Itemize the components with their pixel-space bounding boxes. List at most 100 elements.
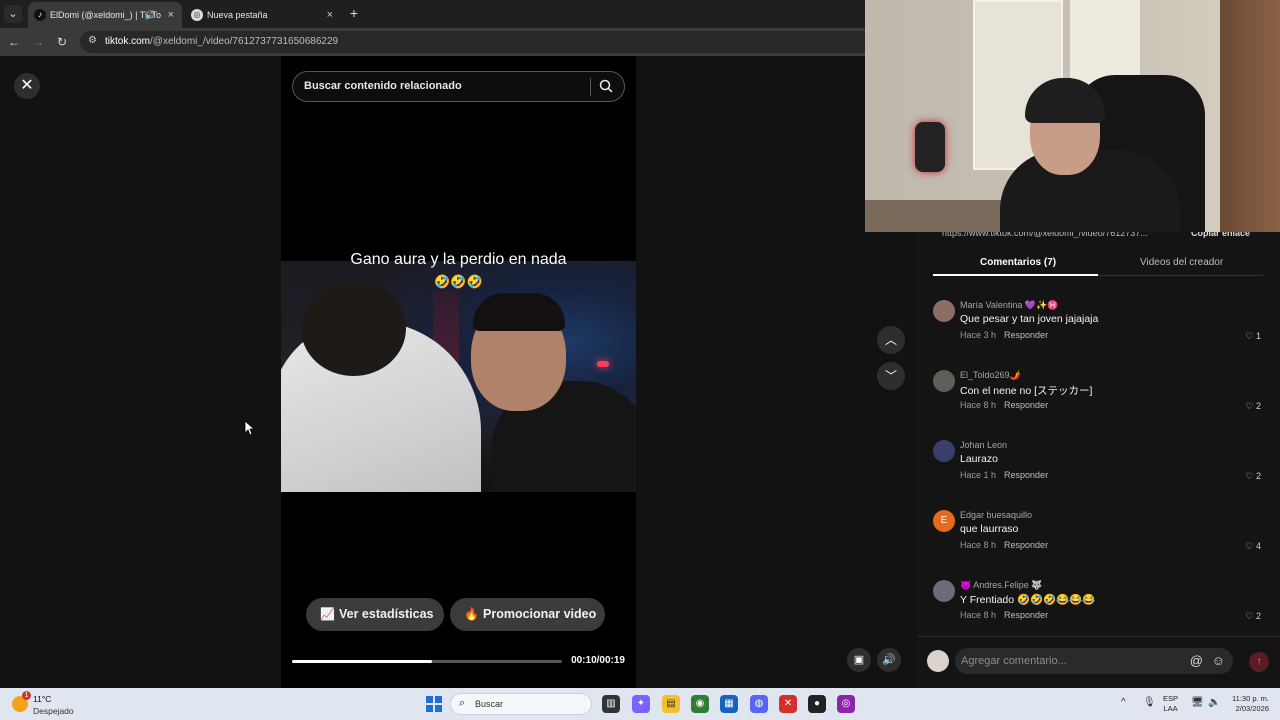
comment-text: Laurazo [960, 453, 998, 465]
url-omnibox[interactable]: ⚙ tiktok.com/@xeldomi_/video/76127377316… [80, 31, 865, 53]
commenter-avatar[interactable] [933, 440, 955, 462]
comment-like-button[interactable]: ♡ 1 [1245, 331, 1261, 342]
related-search-input[interactable]: Buscar contenido relacionado [292, 71, 625, 102]
commenter-name[interactable]: Edgar buesaquillo [960, 510, 1032, 520]
comment-meta: Hace 3 h Responder [960, 330, 1048, 340]
site-info-icon[interactable]: ⚙ [88, 35, 97, 46]
forward-arrow-icon[interactable]: → [30, 34, 46, 50]
task-view-icon[interactable]: ▥ [602, 695, 620, 713]
comment-meta: Hace 8 h Responder [960, 610, 1048, 620]
comment-like-button[interactable]: ♡ 2 [1245, 401, 1261, 412]
chevron-up-icon: ︿ [884, 333, 897, 347]
commenter-name[interactable]: 👿 Andres.Felipe 🐺 [960, 580, 1042, 591]
reply-button[interactable]: Responder [1004, 610, 1048, 620]
tab-creator-videos[interactable]: Videos del creador [1140, 257, 1223, 268]
weather-condition: Despejado [33, 706, 74, 716]
previous-video-button[interactable]: ︿ [877, 326, 905, 354]
comment-like-button[interactable]: ♡ 4 [1245, 541, 1261, 552]
volume-icon[interactable]: 🔈 [1208, 697, 1220, 708]
person-hair [473, 293, 565, 331]
commenter-avatar[interactable] [933, 300, 955, 322]
close-video-button[interactable]: ✕ [14, 73, 40, 99]
reply-button[interactable]: Responder [1004, 540, 1048, 550]
emoji-icon[interactable]: ☺ [1212, 653, 1225, 668]
tab-close-icon[interactable]: × [327, 2, 333, 28]
comment-time: Hace 8 h [960, 540, 997, 550]
search-placeholder: Buscar contenido relacionado [304, 80, 462, 92]
weather-widget[interactable]: 1 11°C Despejado [12, 691, 82, 717]
active-tab-indicator [933, 274, 1098, 276]
cam-microphone [915, 122, 945, 172]
chrome-icon[interactable]: ◉ [691, 695, 709, 713]
file-explorer-icon[interactable]: ▤ [662, 695, 680, 713]
comment-like-button[interactable]: ♡ 2 [1245, 611, 1261, 622]
reply-button[interactable]: Responder [1004, 470, 1048, 480]
send-comment-button[interactable]: ↑ [1249, 652, 1269, 672]
commenter-avatar[interactable]: E [933, 510, 955, 532]
commenter-name[interactable]: María Valentina 💜✨♓ [960, 300, 1059, 311]
taskbar-search[interactable]: ⌕ Buscar [450, 693, 592, 715]
cam-desk [865, 200, 1015, 232]
clock-date: 2/03/2026 [1235, 704, 1269, 713]
back-arrow-icon[interactable]: ← [6, 34, 22, 50]
club-light [597, 361, 609, 367]
steam-icon[interactable]: ● [808, 695, 826, 713]
comment-text: Y Frentiado 🤣🤣🤣😂😂😂 [960, 594, 1096, 606]
like-count: 4 [1255, 541, 1261, 551]
comment-time: Hace 1 h [960, 470, 997, 480]
language-indicator[interactable]: ESP LAA [1163, 694, 1178, 714]
tab-tiktok[interactable]: ♪ ElDomi (@xeldomi_) | TikTo 🔊 × [28, 2, 182, 28]
x-app-icon[interactable]: ✕ [779, 695, 797, 713]
video-time: 00:10/00:19 [571, 655, 625, 666]
tab-close-icon[interactable]: × [168, 2, 174, 28]
view-stats-label: Ver estadísticas [339, 607, 434, 621]
volume-icon: 🔊 [882, 654, 896, 666]
tab-search-menu-button[interactable]: ⌄ [4, 5, 22, 23]
windows-taskbar: 1 11°C Despejado ⌕ Buscar ▥ ✦ ▤ ◉ ▦ ◍ ✕ … [0, 688, 1280, 720]
like-count: 2 [1255, 611, 1261, 621]
at-icon[interactable]: @ [1190, 653, 1203, 668]
tiktok-favicon-icon: ♪ [34, 9, 46, 21]
address-toolbar: ← → ↻ ⚙ tiktok.com/@xeldomi_/video/76127… [0, 28, 865, 56]
reload-icon[interactable]: ↻ [54, 34, 70, 50]
search-icon[interactable] [599, 79, 613, 93]
volume-button[interactable]: 🔊 [877, 648, 901, 672]
webcam-overlay [865, 0, 1280, 232]
comment-input[interactable]: Agregar comentario... @ ☺ [955, 648, 1233, 674]
promote-video-button[interactable]: 🔥 Promocionar video [450, 598, 605, 631]
comment-like-button[interactable]: ♡ 2 [1245, 471, 1261, 482]
tiktok-video-page: ✕ Buscar contenido relacionado Gano aura… [0, 56, 917, 688]
send-icon: ↑ [1256, 656, 1262, 667]
system-clock[interactable]: 11:30 p. m. 2/03/2026 [1225, 694, 1269, 714]
floating-player-button[interactable]: ▣ [847, 648, 871, 672]
tab-new-tab[interactable]: ◎ Nueva pestaña × [185, 2, 341, 28]
commenter-name[interactable]: Johan Leon [960, 440, 1007, 450]
tab-comments[interactable]: Comentarios (7) [980, 257, 1056, 268]
comment-text: Que pesar y tan joven jajajaja [960, 313, 1099, 325]
microphone-icon[interactable]: 🎙 [1143, 697, 1156, 708]
like-count: 2 [1255, 471, 1261, 481]
heart-icon: ♡ [1245, 471, 1256, 481]
search-icon: ⌕ [459, 697, 466, 709]
commenter-name[interactable]: El_Toldo269🌶️ [960, 370, 1021, 381]
commenter-avatar[interactable] [933, 580, 955, 602]
next-video-button[interactable]: ﹀ [877, 362, 905, 390]
view-stats-button[interactable]: 📈 Ver estadísticas [306, 598, 444, 631]
copilot-icon[interactable]: ✦ [632, 695, 650, 713]
heart-icon: ♡ [1245, 401, 1256, 411]
new-tab-plus-icon[interactable]: + [345, 4, 363, 22]
network-icon[interactable]: 🖥 [1191, 697, 1204, 708]
obs-icon[interactable]: ◎ [837, 695, 855, 713]
windows-start-icon[interactable] [426, 696, 442, 712]
commenter-avatar[interactable] [933, 370, 955, 392]
store-icon[interactable]: ▦ [720, 695, 738, 713]
tray-chevron-up-icon[interactable]: ^ [1121, 697, 1126, 708]
discord-icon[interactable]: ◍ [750, 695, 768, 713]
tab-audio-icon[interactable]: 🔊 [145, 2, 156, 28]
video-player[interactable]: Buscar contenido relacionado Gano aura y… [281, 56, 636, 688]
like-count: 1 [1255, 331, 1261, 341]
reply-button[interactable]: Responder [1004, 330, 1048, 340]
video-progress-bar[interactable] [292, 660, 562, 663]
reply-button[interactable]: Responder [1004, 400, 1048, 410]
tab-title: Nueva pestaña [207, 10, 268, 20]
